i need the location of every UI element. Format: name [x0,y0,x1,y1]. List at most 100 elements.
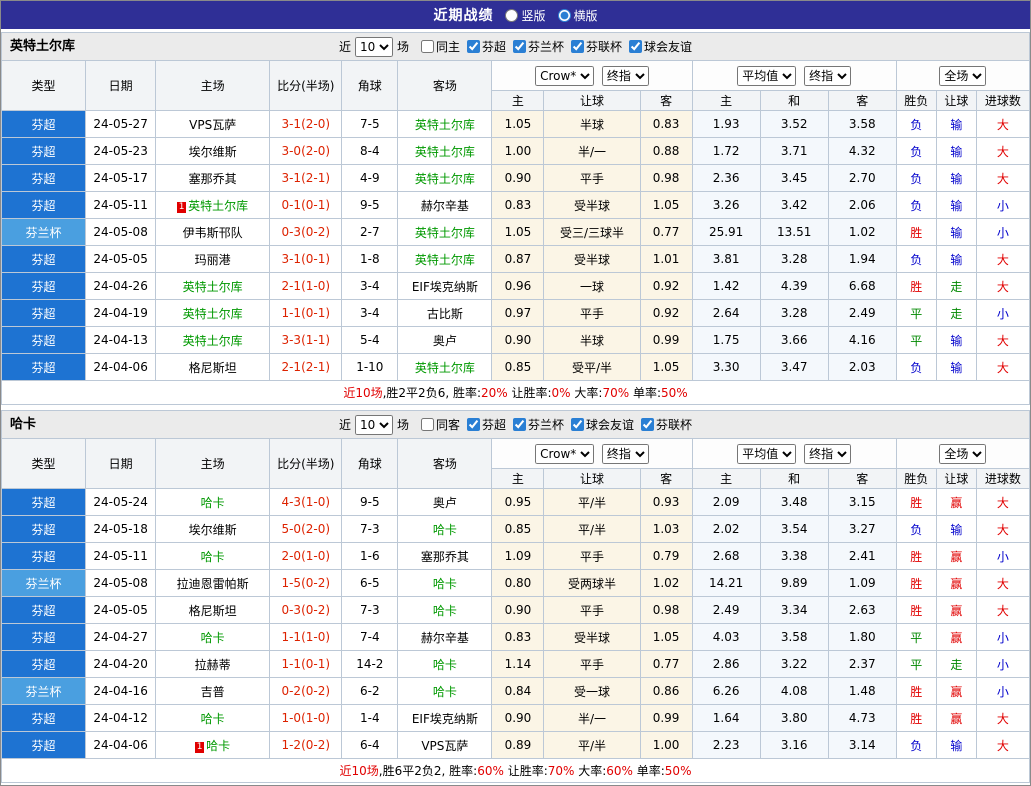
league-cell[interactable]: 芬超 [0,299,87,327]
score-cell[interactable]: 2-1(1-0) [269,272,343,300]
team-name[interactable]: 格尼斯坦 [189,604,237,618]
score-cell[interactable]: 3-1(0-1) [269,245,343,273]
score-cell[interactable]: 0-2(0-2) [269,677,343,705]
score-cell[interactable]: 1-1(0-1) [269,299,343,327]
score-cell[interactable]: 2-0(1-0) [269,542,343,570]
score-cell[interactable]: 1-2(0-2) [269,731,343,759]
team-name[interactable]: 哈卡 [201,631,225,645]
rounds-select[interactable]: 10 [354,36,393,57]
filter-checkbox-input[interactable] [571,418,585,431]
team-name[interactable]: 塞那乔其 [421,550,469,564]
league-cell[interactable]: 芬超 [0,164,87,192]
team-name[interactable]: 吉普 [201,685,225,699]
team-name[interactable]: 古比斯 [427,307,463,321]
score-cell[interactable]: 2-1(2-1) [269,353,343,381]
team-name[interactable]: 哈卡 [201,496,225,510]
team-name[interactable]: 哈卡 [433,604,457,618]
team-name[interactable]: EIF埃克纳斯 [412,280,478,294]
filter-checkbox-input[interactable] [629,40,643,53]
league-cell[interactable]: 芬超 [0,650,87,678]
league-cell[interactable]: 芬超 [0,326,87,354]
league-cell[interactable]: 芬超 [0,245,87,273]
score-cell[interactable]: 3-0(2-0) [269,137,343,165]
filter-checkbox[interactable]: 球会友谊 [629,38,692,55]
team-name[interactable]: 赫尔辛基 [421,631,469,645]
team-name[interactable]: 哈卡 [433,685,457,699]
league-cell[interactable]: 芬兰杯 [0,569,87,597]
team-name[interactable]: 哈卡 [433,658,457,672]
euro-index-select[interactable]: 终指 [804,443,852,464]
filter-checkbox[interactable]: 芬联杯 [571,38,622,55]
score-cell[interactable]: 3-3(1-1) [269,326,343,354]
ah-index-select[interactable]: 终指 [601,65,649,86]
team-name[interactable]: 英特土尔库 [415,145,475,159]
filter-checkbox[interactable]: 同客 [420,416,460,433]
team-name[interactable]: 英特土尔库 [415,226,475,240]
filter-checkbox-input[interactable] [420,418,434,431]
avg-select[interactable]: 平均值 [737,443,797,464]
layout-radio-input[interactable] [557,8,571,22]
rounds-select[interactable]: 10 [354,414,393,435]
score-cell[interactable]: 3-1(2-0) [269,110,343,138]
filter-checkbox-input[interactable] [571,40,585,53]
score-cell[interactable]: 1-0(1-0) [269,704,343,732]
score-cell[interactable]: 4-3(1-0) [269,488,343,516]
league-cell[interactable]: 芬超 [0,731,87,759]
team-name[interactable]: 拉迪恩雷帕斯 [177,577,249,591]
team-name[interactable]: 哈卡 [206,739,230,753]
filter-checkbox-input[interactable] [466,418,480,431]
team-name[interactable]: 哈卡 [201,550,225,564]
team-name[interactable]: 格尼斯坦 [189,361,237,375]
team-name[interactable]: 伊韦斯邗队 [183,226,243,240]
team-name[interactable]: 哈卡 [433,577,457,591]
score-cell[interactable]: 0-3(0-2) [269,218,343,246]
team-name[interactable]: 英特土尔库 [188,199,248,213]
layout-radio[interactable]: 横版 [557,7,598,24]
filter-checkbox-input[interactable] [513,418,526,431]
score-cell[interactable]: 0-1(0-1) [269,191,343,219]
team-name[interactable]: 英特土尔库 [183,280,243,294]
league-cell[interactable]: 芬超 [0,488,87,516]
team-name[interactable]: 赫尔辛基 [421,199,469,213]
score-cell[interactable]: 1-5(0-2) [269,569,343,597]
league-cell[interactable]: 芬超 [0,110,87,138]
team-name[interactable]: VPS瓦萨 [189,118,236,132]
euro-index-select[interactable]: 终指 [804,65,852,86]
league-cell[interactable]: 芬超 [0,623,87,651]
team-name[interactable]: 奥卢 [433,334,457,348]
team-name[interactable]: 英特土尔库 [415,118,475,132]
team-name[interactable]: 哈卡 [433,523,457,537]
score-cell[interactable]: 3-1(2-1) [269,164,343,192]
filter-checkbox[interactable]: 芬兰杯 [513,38,564,55]
team-name[interactable]: 塞那乔其 [189,172,237,186]
league-cell[interactable]: 芬超 [0,137,87,165]
league-cell[interactable]: 芬超 [0,596,87,624]
layout-radio-input[interactable] [505,8,519,22]
filter-checkbox[interactable]: 同主 [420,38,460,55]
filter-checkbox-input[interactable] [420,40,434,53]
filter-checkbox[interactable]: 芬超 [466,38,506,55]
league-cell[interactable]: 芬兰杯 [0,218,87,246]
layout-radio[interactable]: 竖版 [505,7,546,24]
league-cell[interactable]: 芬超 [0,191,87,219]
ah-index-select[interactable]: 终指 [601,443,649,464]
team-name[interactable]: 拉赫蒂 [195,658,231,672]
filter-checkbox-input[interactable] [641,418,655,431]
filter-checkbox[interactable]: 芬兰杯 [513,416,564,433]
bookmaker-select[interactable]: Crow* [535,65,595,86]
bookmaker-select[interactable]: Crow* [535,443,595,464]
team-name[interactable]: 玛丽港 [195,253,231,267]
team-name[interactable]: 英特土尔库 [183,307,243,321]
league-cell[interactable]: 芬兰杯 [0,677,87,705]
team-name[interactable]: 英特土尔库 [183,334,243,348]
avg-select[interactable]: 平均值 [737,65,797,86]
team-name[interactable]: 英特土尔库 [415,172,475,186]
score-cell[interactable]: 0-3(0-2) [269,596,343,624]
team-name[interactable]: 英特土尔库 [415,361,475,375]
team-name[interactable]: EIF埃克纳斯 [412,712,478,726]
score-cell[interactable]: 1-1(1-0) [269,623,343,651]
team-name[interactable]: 奥卢 [433,496,457,510]
filter-checkbox[interactable]: 芬超 [466,416,506,433]
league-cell[interactable]: 芬超 [0,542,87,570]
filter-checkbox-input[interactable] [513,40,526,53]
